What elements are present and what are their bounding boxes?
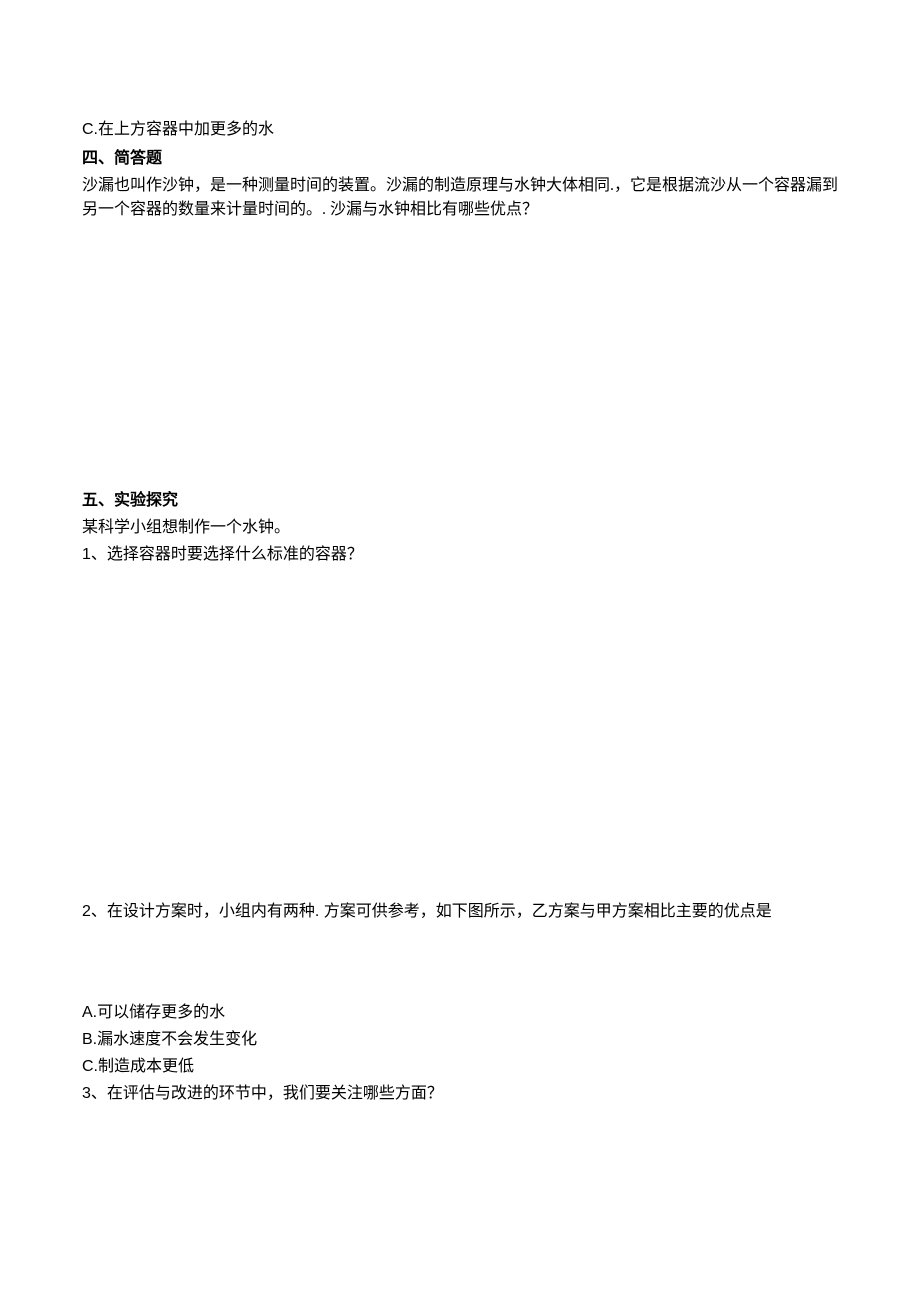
- option-a: A.可以储存更多的水: [82, 1001, 838, 1026]
- question-2: 2、在设计方案时，小组内有两种. 方案可供参考，如下图所示，乙方案与甲方案相比主…: [82, 900, 838, 925]
- question-3: 3、在评估与改进的环节中，我们要关注哪些方面？: [82, 1082, 838, 1107]
- option-b: B.漏水速度不会发生变化: [82, 1028, 838, 1053]
- answer-space-2: [82, 570, 838, 900]
- section-5-intro: 某科学小组想制作一个水钟。: [82, 516, 838, 541]
- section-5-heading: 五、实验探究: [82, 489, 838, 514]
- section-4-heading: 四、简答题: [82, 147, 838, 172]
- option-c-top: C.在上方容器中加更多的水: [82, 118, 838, 143]
- answer-space-1: [82, 225, 838, 485]
- section-4-body: 沙漏也叫作沙钟，是一种测量时间的装置。沙漏的制造原理与水钟大体相同.，它是根据流…: [82, 174, 838, 224]
- question-1: 1、选择容器时要选择什么标准的容器？: [82, 543, 838, 568]
- option-c: C.制造成本更低: [82, 1055, 838, 1080]
- answer-space-3: [82, 926, 838, 1001]
